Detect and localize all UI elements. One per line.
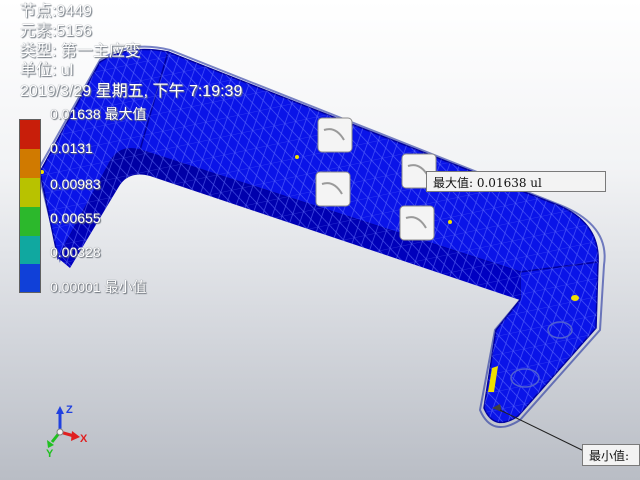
triad-x-label: X [80, 433, 88, 445]
view-triad[interactable] [47, 406, 80, 448]
hotspot [571, 295, 579, 301]
min-value-probe[interactable]: 最小值: [582, 444, 640, 466]
legend-label: 0.00328 [50, 244, 101, 260]
legend-band [20, 264, 40, 292]
legend-band [20, 120, 40, 149]
color-legend [19, 119, 41, 293]
min-leader-line [499, 409, 587, 453]
model-viewport[interactable] [0, 0, 640, 480]
max-value-probe[interactable]: 最大值: 0.01638 ul [426, 171, 606, 192]
node-count: 节点:9449 [20, 3, 93, 20]
timestamp: 2019/3/29 星期五, 下午 7:19:39 [20, 83, 243, 100]
legend-label: 0.0131 [50, 140, 93, 156]
legend-band [20, 207, 40, 236]
slot [317, 117, 353, 153]
legend-band [20, 149, 40, 178]
legend-label: 0.00983 [50, 176, 101, 192]
slot [399, 205, 435, 241]
element-count: 元素:5156 [20, 23, 93, 40]
legend-label-max: 0.01638 最大值 [50, 106, 147, 122]
result-type: 类型: 第一主应变 [20, 43, 141, 60]
triad-z-label: Z [66, 404, 73, 416]
legend-band [20, 236, 40, 264]
hotspot [448, 220, 452, 224]
triad-y-label: Y [46, 448, 54, 460]
legend-band [20, 178, 40, 207]
legend-label-min: 0.00001 最小值 [50, 279, 147, 295]
result-unit: 单位: ul [20, 62, 74, 79]
hotspot [295, 155, 299, 159]
slot [315, 171, 351, 207]
legend-label: 0.00655 [50, 210, 101, 226]
